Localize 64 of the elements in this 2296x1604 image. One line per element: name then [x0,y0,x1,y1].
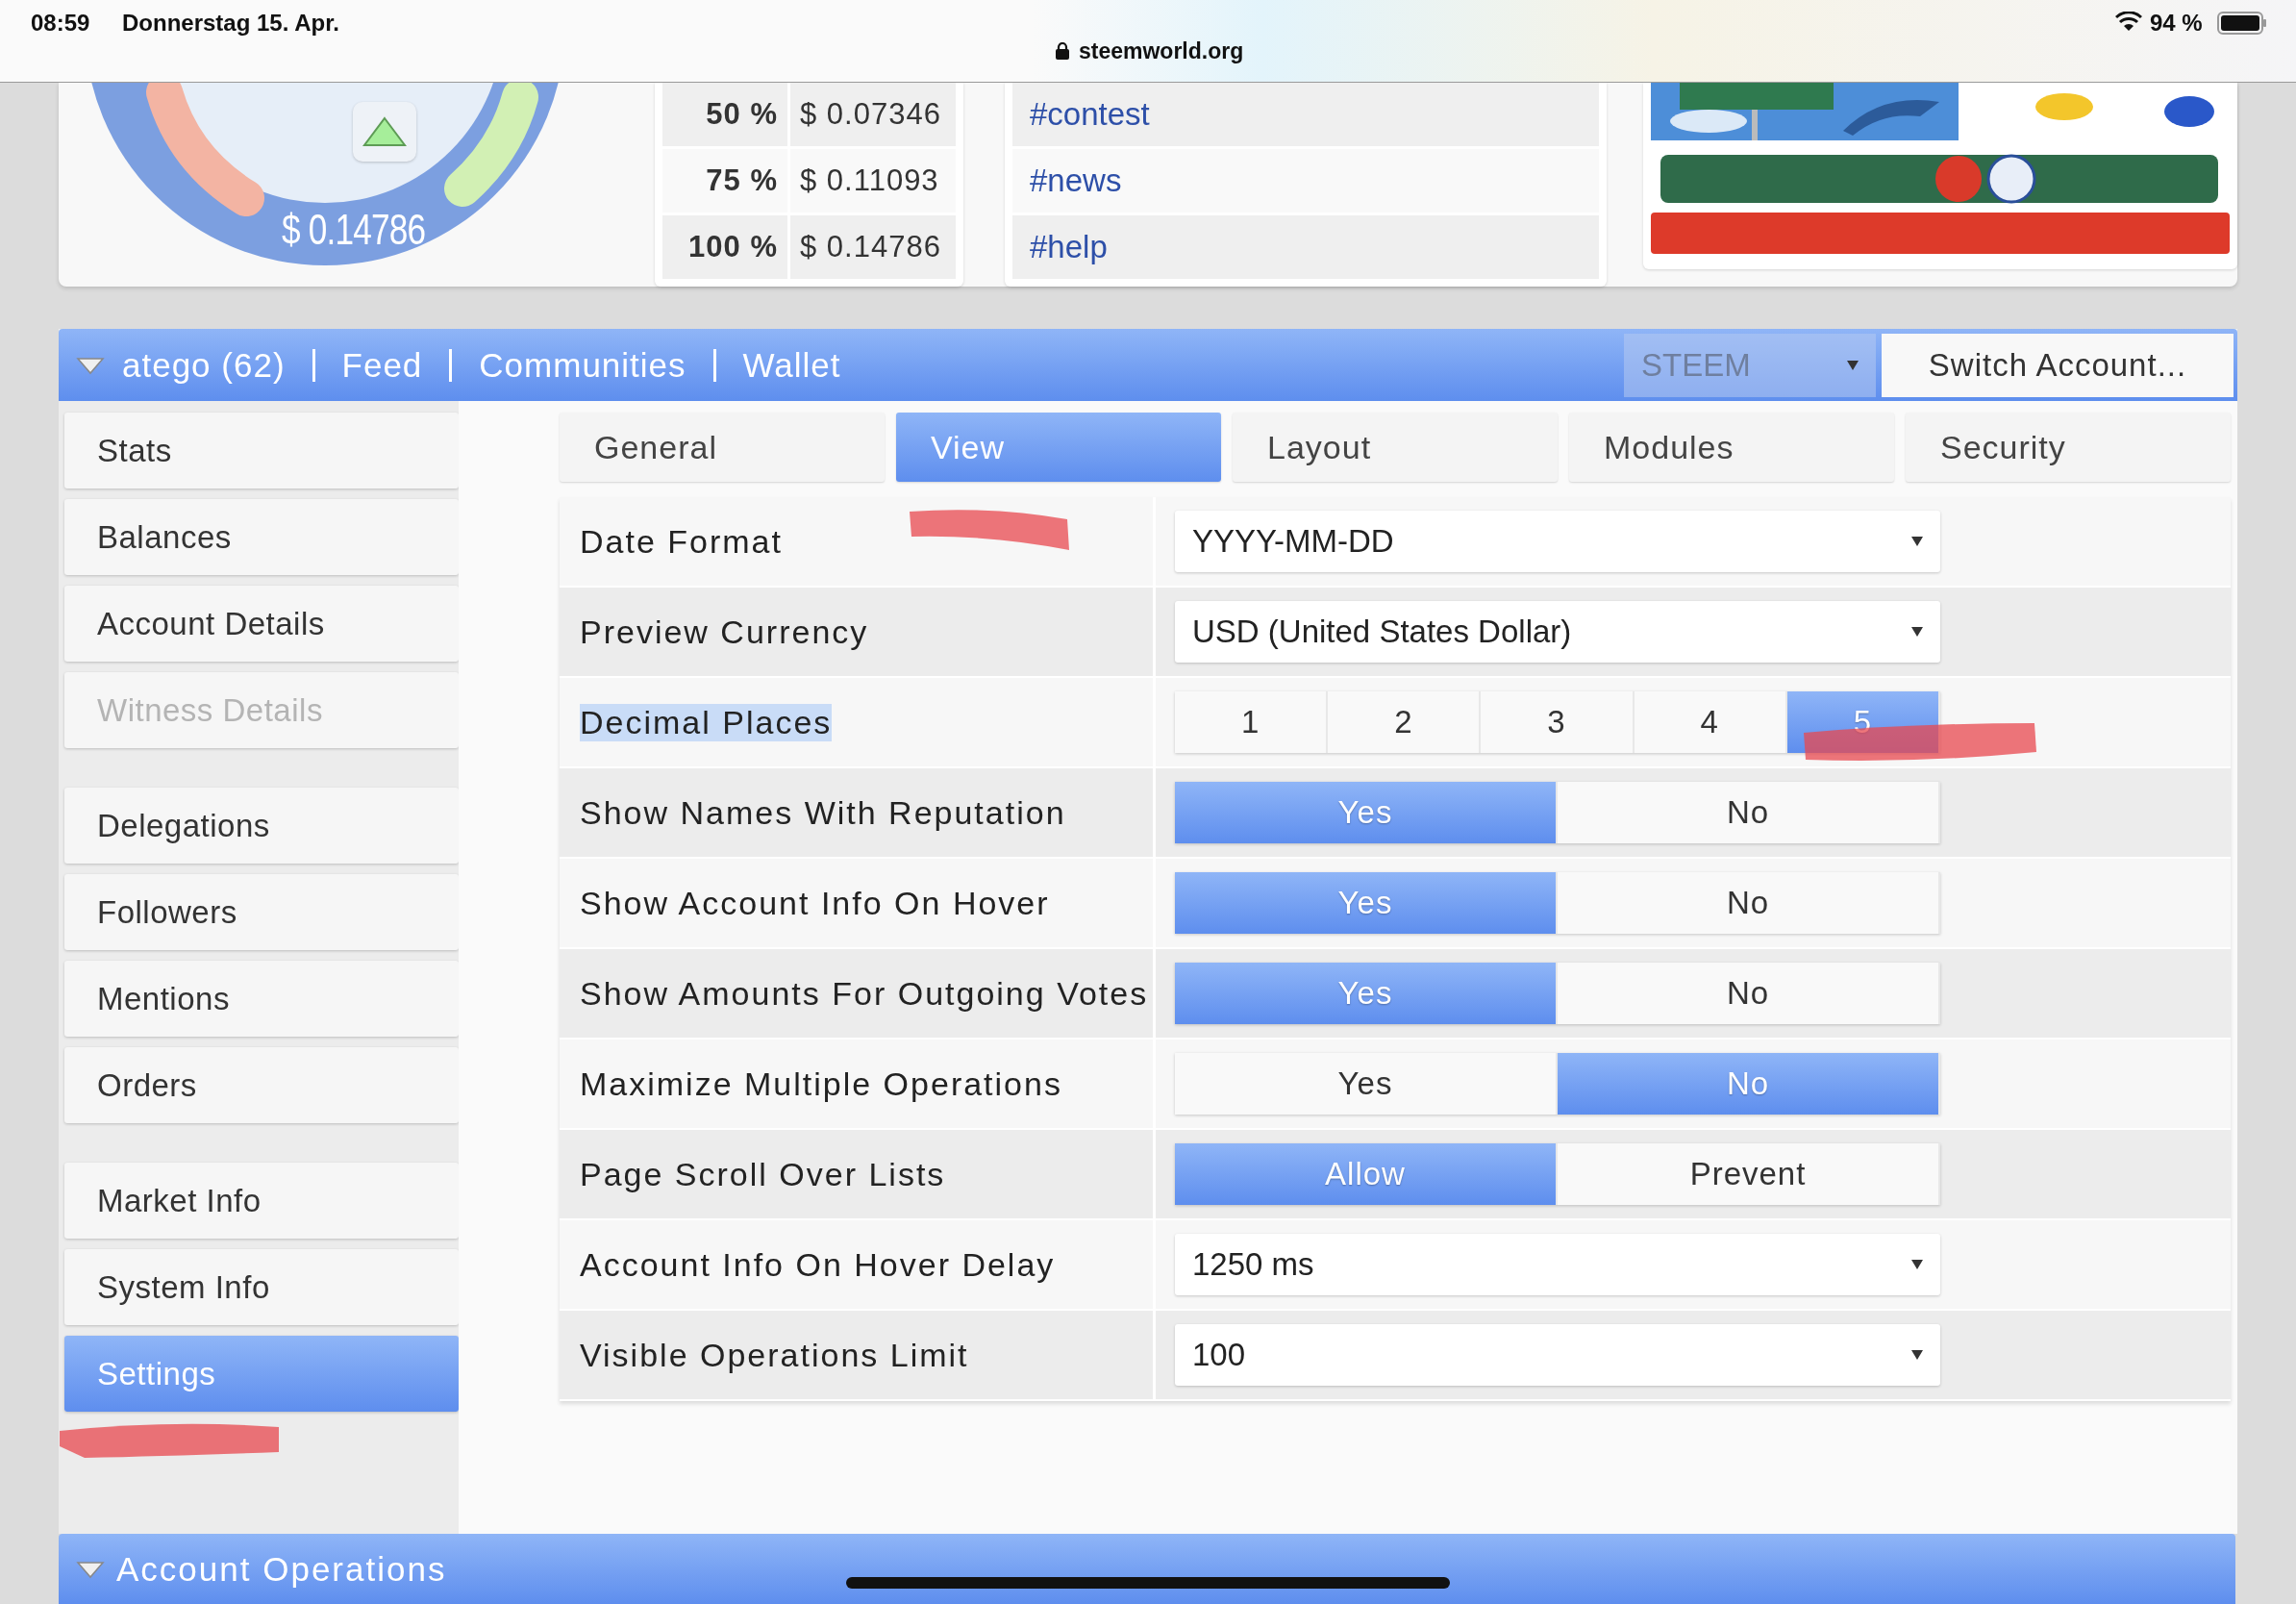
sidebar-item[interactable]: Account Details [64,586,459,662]
dropdown-select[interactable]: YYYY-MM-DD [1175,511,1940,572]
percent-cell: 75 % [662,149,787,213]
tab[interactable]: Layout [1233,413,1558,482]
sidebar-item[interactable]: Balances [64,499,459,575]
tag-link[interactable]: #news [1012,149,1599,213]
setting-label: Decimal Places [580,703,833,741]
option-button[interactable]: No [1558,963,1940,1024]
switch-account-button[interactable]: Switch Account... [1882,333,2234,397]
sidebar-item[interactable]: Followers [64,874,459,950]
option-button[interactable]: No [1558,872,1940,934]
setting-label: Page Scroll Over Lists [580,1155,946,1193]
status-date: Donnerstag 15. Apr. [122,10,339,37]
option-button[interactable]: 1 [1175,691,1329,753]
setting-label: Show Account Info On Hover [580,884,1050,922]
tab[interactable]: Security [1906,413,2231,482]
dropdown-select[interactable]: 100 [1175,1324,1940,1386]
tab[interactable]: Modules [1569,413,1894,482]
dropdown-select[interactable]: 1250 ms [1175,1234,1940,1295]
sidebar-item[interactable]: Mentions [64,961,459,1037]
setting-label: Show Amounts For Outgoing Votes [580,974,1149,1013]
sidebar-item[interactable]: Stats [64,413,459,489]
setting-label: Account Info On Hover Delay [580,1245,1056,1284]
caret-icon [1911,537,1923,546]
percent-cell: 100 % [662,215,787,279]
option-button[interactable]: No [1558,782,1940,843]
setting-label: Show Names With Reputation [580,793,1066,832]
caret-icon [76,355,105,375]
battery-percent: 94 % [2150,10,2203,37]
sidebar-item[interactable]: Orders [64,1047,459,1123]
option-button[interactable]: 3 [1481,691,1635,753]
option-button[interactable]: Yes [1175,1053,1558,1115]
setting-label: Preview Currency [580,613,869,651]
option-button[interactable]: 2 [1328,691,1482,753]
caret-icon [1911,1350,1923,1360]
section-title: Account Operations [116,1549,447,1589]
setting-label: Date Format [580,522,783,561]
sidebar-item[interactable]: Market Info [64,1163,459,1239]
setting-label: Visible Operations Limit [580,1336,969,1374]
status-time: 08:59 [31,10,90,37]
vote-value: $ 0.14786 [282,206,426,254]
value-cell: $ 0.11093 [790,149,956,213]
upvote-button[interactable] [353,102,416,162]
value-cell: $ 0.07346 [790,83,956,146]
wifi-icon [2115,12,2142,33]
tab[interactable]: General [560,413,885,482]
lock-icon [1056,42,1069,60]
tag-link[interactable]: #help [1012,215,1599,279]
caret-icon [1847,360,1859,370]
option-button[interactable]: 4 [1634,691,1787,753]
caret-icon [1911,1260,1923,1269]
setting-label: Maximize Multiple Operations [580,1065,1062,1103]
address-url[interactable]: steemworld.org [1079,38,1244,64]
caret-icon [1911,627,1923,637]
value-cell: $ 0.14786 [790,215,956,279]
sidebar-item[interactable]: System Info [64,1249,459,1325]
dropdown-select[interactable]: USD (United States Dollar) [1175,601,1940,663]
percent-cell: 50 % [662,83,787,146]
tag-link[interactable]: #contest [1012,83,1599,146]
caret-icon [76,1559,105,1579]
sidebar-item[interactable]: Delegations [64,788,459,864]
option-button[interactable]: Prevent [1558,1143,1940,1205]
battery-icon [2217,12,2267,35]
up-arrow-icon [362,116,407,147]
